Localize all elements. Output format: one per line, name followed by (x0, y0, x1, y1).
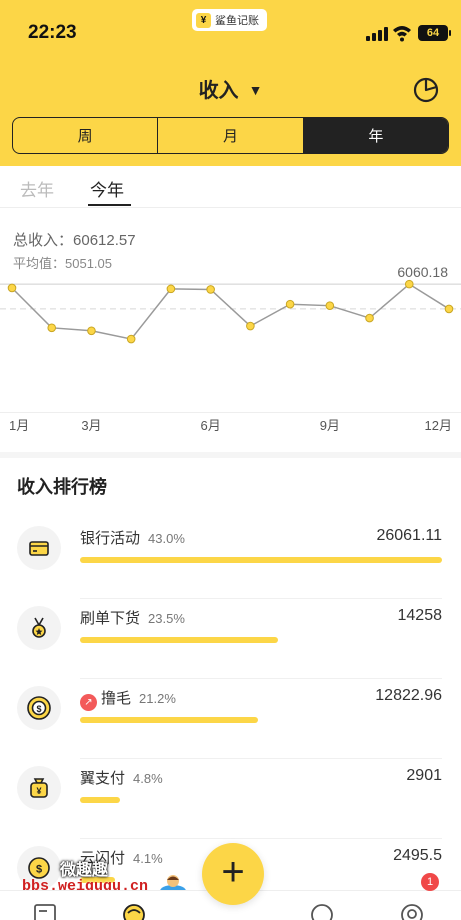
year-tabs: 去年 今年 (0, 166, 461, 208)
period-segmented-control: 周 月 年 (12, 117, 449, 154)
trend-up-icon: ↗ (80, 694, 97, 711)
x-tick-label: 12月 (425, 418, 452, 433)
ranking-amount: 14258 (397, 607, 443, 624)
caret-down-icon: ▼ (248, 82, 263, 98)
ranking-amount: 12822.96 (375, 687, 442, 704)
battery-icon: 64 (418, 25, 451, 41)
profile-tab-icon[interactable] (400, 903, 424, 920)
app-pill-label: 鲨鱼记账 (215, 15, 259, 27)
x-tick-label: 6月 (201, 418, 221, 433)
data-point-4月[interactable] (126, 334, 136, 344)
data-point-2月[interactable] (47, 323, 57, 333)
pie-chart-icon[interactable] (412, 76, 440, 104)
svg-text:$: $ (36, 864, 42, 876)
chart-divider (0, 412, 461, 413)
data-point-7月[interactable] (246, 321, 255, 331)
ranking-row[interactable]: ¥ 翼支付 4.8% 2901 (0, 759, 461, 839)
ranking-category-name: 刷单下货 (80, 610, 141, 627)
ranking-category-name: 翼支付 (80, 770, 126, 787)
data-point-9月[interactable] (325, 301, 335, 310)
status-time: 22:23 (28, 22, 77, 43)
money-bag-icon: ¥ (17, 766, 61, 810)
ranking-amount: 2901 (406, 767, 442, 784)
data-point-1月[interactable] (7, 283, 17, 293)
cellular-signal-icon (366, 27, 388, 41)
section-divider (0, 452, 461, 458)
data-point-11月[interactable] (404, 279, 414, 289)
ranking-share-bar (80, 717, 258, 723)
data-point-3月[interactable] (87, 326, 96, 336)
tab-last-year[interactable]: 去年 (20, 176, 54, 201)
medal-icon (17, 606, 61, 650)
ranking-row[interactable]: 银行活动 43.0% 26061.11 (0, 519, 461, 599)
total-income-value: 60612.57 (73, 232, 136, 249)
data-point-5月[interactable] (166, 284, 176, 294)
segment-year[interactable]: 年 (303, 118, 448, 153)
data-point-8月[interactable] (285, 299, 295, 309)
page-title: 收入 (198, 80, 239, 102)
segment-month[interactable]: 月 (158, 118, 304, 153)
data-point-6月[interactable] (206, 285, 215, 294)
ranking-name-group: ↗ 撸毛 21.2% (80, 687, 176, 711)
ranking-percent: 21.2% (139, 691, 176, 706)
data-point-10月[interactable] (365, 313, 374, 323)
watermark-text: 微趣趣 (60, 862, 109, 879)
coin-chip-icon: $ (17, 686, 61, 730)
notification-badge: 1 (421, 873, 439, 891)
tab-this-year[interactable]: 今年 (90, 176, 124, 201)
ranking-percent: 4.8% (133, 771, 163, 786)
bank-card-icon (17, 526, 61, 570)
active-tab-underline (88, 204, 131, 206)
ranking-percent: 23.5% (148, 611, 185, 626)
ranking-category-name: 银行活动 (80, 530, 141, 547)
income-type-dropdown[interactable]: 收入 ▼ (0, 74, 461, 103)
ranking-percent: 4.1% (133, 851, 163, 866)
svg-text:¥: ¥ (36, 786, 41, 796)
details-tab-icon[interactable] (33, 903, 57, 920)
segment-week[interactable]: 周 (13, 118, 159, 153)
ranking-name-group: 刷单下货 23.5% (80, 607, 185, 628)
ranking-name-group: 银行活动 43.0% (80, 527, 185, 548)
ranking-percent: 43.0% (148, 531, 185, 546)
chart-tab-icon[interactable] (122, 903, 146, 920)
x-tick-label: 1月 (9, 418, 29, 433)
ranking-row[interactable]: 刷单下货 23.5% 14258 (0, 599, 461, 679)
svg-text:$: $ (36, 704, 41, 714)
discover-tab-icon[interactable] (310, 903, 334, 920)
income-series-line (11, 283, 450, 340)
ranking-share-bar (80, 557, 442, 563)
data-point-12月[interactable] (444, 304, 454, 314)
total-income-label: 总收入： (13, 232, 74, 249)
ranking-share-bar (80, 637, 278, 643)
ranking-category-name: 撸毛 (101, 690, 132, 707)
x-tick-label: 3月 (81, 418, 101, 433)
income-line-chart[interactable]: 6060.18 1月 3月 6月 9月 12月 (0, 262, 461, 442)
max-value-label: 6060.18 (397, 264, 448, 280)
ranking-share-bar (80, 797, 120, 803)
ranking-amount: 26061.11 (376, 527, 442, 544)
total-income: 总收入：60612.57 (13, 229, 136, 250)
ranking-name-group: 翼支付 4.8% (80, 767, 163, 788)
wifi-icon (393, 26, 411, 42)
ranking-amount: 2495.5 (393, 847, 442, 864)
app-logo-icon: ¥ (196, 12, 211, 28)
x-tick-label: 9月 (320, 418, 340, 433)
add-record-button[interactable]: + (202, 843, 264, 905)
ranking-row[interactable]: $ ↗ 撸毛 21.2% 12822.96 (0, 679, 461, 759)
app-pill[interactable]: ¥ 鲨鱼记账 (192, 9, 267, 31)
status-bar: 22:23 ¥ 鲨鱼记账 64 (0, 0, 461, 64)
plus-icon: + (221, 850, 245, 894)
ranking-title: 收入排行榜 (17, 477, 107, 497)
